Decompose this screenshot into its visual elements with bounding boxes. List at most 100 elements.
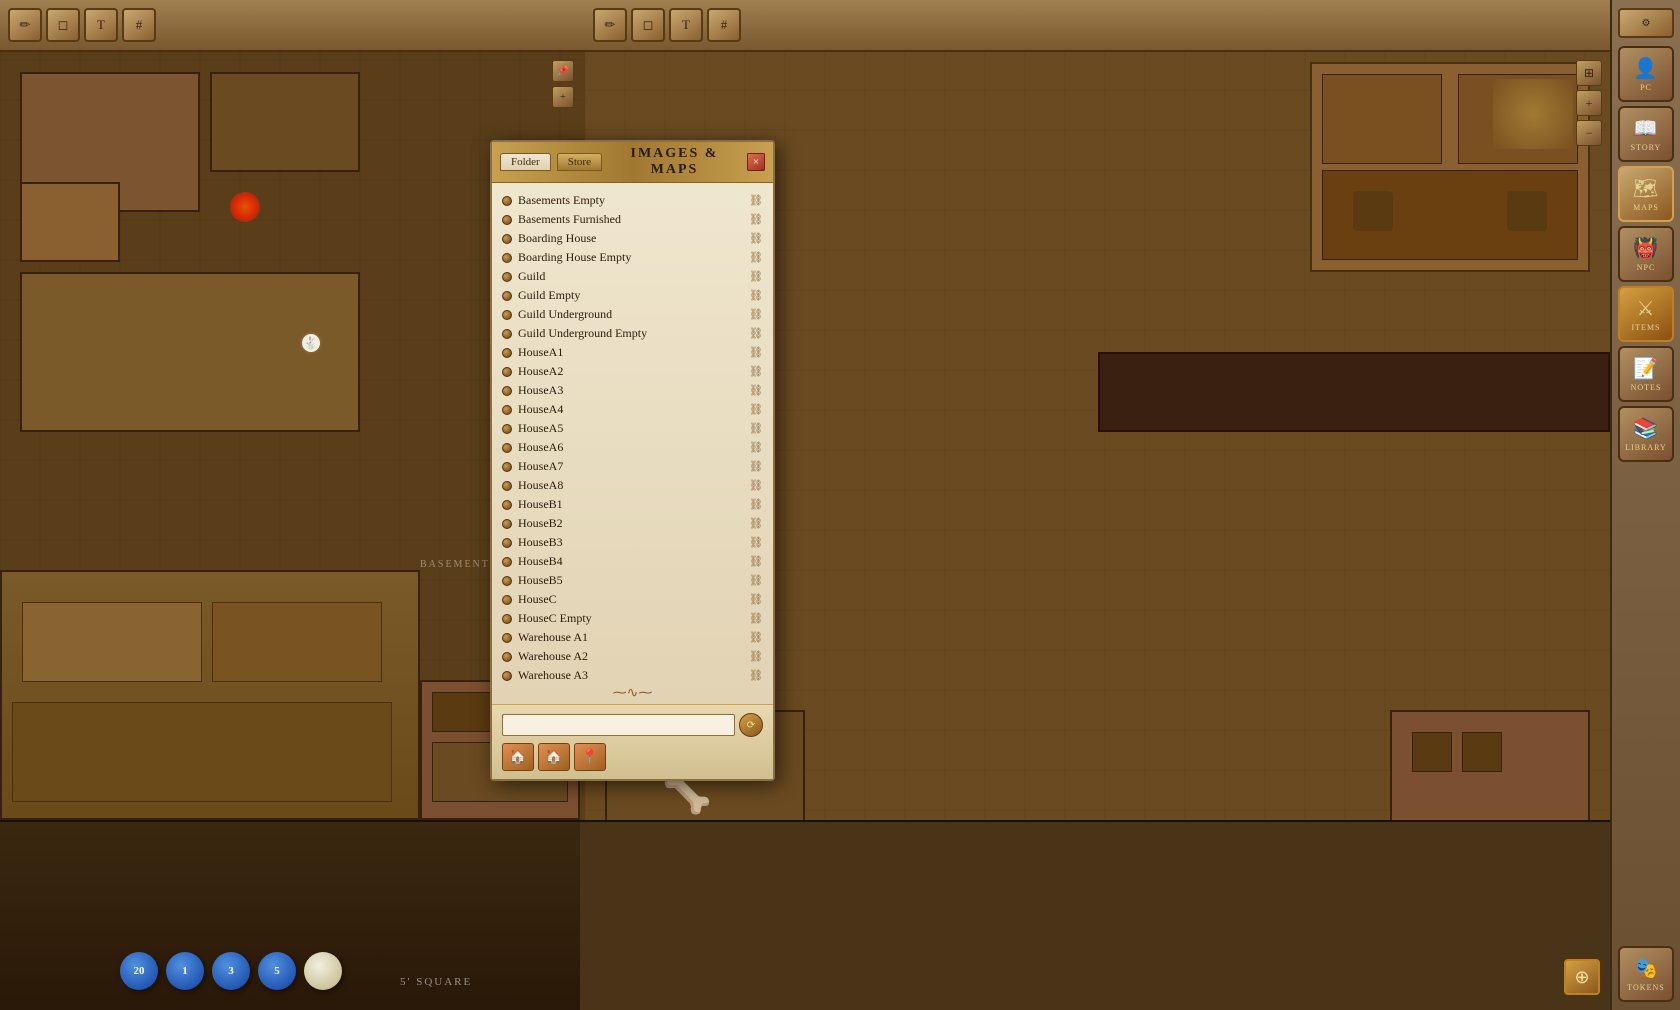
list-item[interactable]: Basements Furnished ⛓: [492, 210, 773, 229]
toolbar-right-erase-btn[interactable]: ◻: [631, 8, 665, 42]
list-item[interactable]: HouseB3 ⛓: [492, 533, 773, 552]
list-item[interactable]: HouseA5 ⛓: [492, 419, 773, 438]
settings-btn[interactable]: ⚙: [1618, 8, 1674, 38]
list-item[interactable]: Guild Underground Empty ⛓: [492, 324, 773, 343]
link-icon[interactable]: ⛓: [749, 631, 763, 644]
list-item[interactable]: Guild Underground ⛓: [492, 305, 773, 324]
sidebar-maps-label: MAPS: [1633, 203, 1659, 212]
link-icon[interactable]: ⛓: [749, 232, 763, 245]
list-item[interactable]: HouseA8 ⛓: [492, 476, 773, 495]
list-item[interactable]: HouseC ⛓: [492, 590, 773, 609]
list-item[interactable]: HouseB5 ⛓: [492, 571, 773, 590]
story-icon: 📖: [1633, 116, 1659, 141]
toolbar-text-btn[interactable]: T: [84, 8, 118, 42]
list-item[interactable]: HouseA4 ⛓: [492, 400, 773, 419]
toolbar-erase-btn[interactable]: ◻: [46, 8, 80, 42]
action-btn-1[interactable]: 🏠: [502, 743, 534, 771]
sidebar-btn-maps[interactable]: 🗺 MAPS: [1618, 166, 1674, 222]
action-btn-2[interactable]: 🏠: [538, 743, 570, 771]
folder-tab[interactable]: Folder: [500, 153, 551, 171]
left-plus-btn[interactable]: +: [552, 86, 574, 108]
link-icon[interactable]: ⛓: [749, 346, 763, 359]
die-d3[interactable]: 3: [212, 952, 250, 990]
die-white[interactable]: [304, 952, 342, 990]
plus-btn[interactable]: +: [1576, 90, 1602, 116]
minus-btn[interactable]: −: [1576, 120, 1602, 146]
list-item[interactable]: HouseC Empty ⛓: [492, 609, 773, 628]
link-icon[interactable]: ⛓: [749, 194, 763, 207]
link-icon[interactable]: ⛓: [749, 460, 763, 473]
link-icon[interactable]: ⛓: [749, 555, 763, 568]
sidebar-pc-label: PC: [1640, 83, 1652, 92]
toolbar-right-grid-btn[interactable]: #: [707, 8, 741, 42]
action-btn-3[interactable]: 📍: [574, 743, 606, 771]
toolbar-grid-btn[interactable]: #: [122, 8, 156, 42]
link-icon[interactable]: ⛓: [749, 251, 763, 264]
link-icon[interactable]: ⛓: [749, 270, 763, 283]
sidebar-btn-items[interactable]: ⚔ ITEMS: [1618, 286, 1674, 342]
link-icon[interactable]: ⛓: [749, 574, 763, 587]
link-icon[interactable]: ⛓: [749, 441, 763, 454]
toolbar-pencil-btn[interactable]: ✏: [8, 8, 42, 42]
item-label: Basements Furnished: [518, 212, 621, 227]
toolbar-right-text-btn[interactable]: T: [669, 8, 703, 42]
square-label: 5' Square: [400, 976, 472, 988]
link-icon[interactable]: ⛓: [749, 479, 763, 492]
item-dot: [502, 348, 512, 358]
sidebar-btn-pc[interactable]: 👤 PC: [1618, 46, 1674, 102]
list-item[interactable]: Basements Empty ⛓: [492, 191, 773, 210]
list-item[interactable]: HouseA2 ⛓: [492, 362, 773, 381]
minimize-btn[interactable]: ⊞: [1576, 60, 1602, 86]
list-item[interactable]: Warehouse A1 ⛓: [492, 628, 773, 647]
link-icon[interactable]: ⛓: [749, 213, 763, 226]
die-d1[interactable]: 1: [166, 952, 204, 990]
link-icon[interactable]: ⛓: [749, 327, 763, 340]
list-item[interactable]: Boarding House Empty ⛓: [492, 248, 773, 267]
list-item[interactable]: HouseA6 ⛓: [492, 438, 773, 457]
toolbar-right-pencil-btn[interactable]: ✏: [593, 8, 627, 42]
link-icon[interactable]: ⛓: [749, 650, 763, 663]
search-go-btn[interactable]: ⟳: [739, 713, 763, 737]
toolbar-left: ✏ ◻ T #: [0, 0, 585, 52]
list-item[interactable]: HouseB4 ⛓: [492, 552, 773, 571]
list-item[interactable]: Warehouse A3 ⛓: [492, 666, 773, 683]
link-icon[interactable]: ⛓: [749, 593, 763, 606]
link-icon[interactable]: ⛓: [749, 384, 763, 397]
sidebar-npc-label: NPC: [1637, 263, 1656, 272]
zoom-btn-bottom-right[interactable]: ⊕: [1564, 959, 1600, 995]
link-icon[interactable]: ⛓: [749, 669, 763, 682]
die-d5[interactable]: 5: [258, 952, 296, 990]
left-pin-btn[interactable]: 📌: [552, 60, 574, 82]
list-item[interactable]: Boarding House ⛓: [492, 229, 773, 248]
link-icon[interactable]: ⛓: [749, 498, 763, 511]
item-dot: [502, 310, 512, 320]
list-item[interactable]: HouseA1 ⛓: [492, 343, 773, 362]
link-icon[interactable]: ⛓: [749, 308, 763, 321]
list-item[interactable]: HouseB2 ⛓: [492, 514, 773, 533]
list-item[interactable]: Guild Empty ⛓: [492, 286, 773, 305]
list-item[interactable]: Guild ⛓: [492, 267, 773, 286]
link-icon[interactable]: ⛓: [749, 289, 763, 302]
store-tab[interactable]: Store: [557, 153, 602, 171]
link-icon[interactable]: ⛓: [749, 517, 763, 530]
search-input[interactable]: [502, 714, 735, 736]
sidebar-btn-tokens[interactable]: 🎭 TOKENS: [1618, 946, 1674, 1002]
die-d20[interactable]: 20: [120, 952, 158, 990]
list-item[interactable]: HouseA3 ⛓: [492, 381, 773, 400]
list-item[interactable]: HouseA7 ⛓: [492, 457, 773, 476]
item-dot: [502, 253, 512, 263]
link-icon[interactable]: ⛓: [749, 536, 763, 549]
sidebar-btn-story[interactable]: 📖 STORY: [1618, 106, 1674, 162]
link-icon[interactable]: ⛓: [749, 612, 763, 625]
sidebar-btn-npc[interactable]: 👹 NPC: [1618, 226, 1674, 282]
item-label: HouseA5: [518, 421, 563, 436]
link-icon[interactable]: ⛓: [749, 422, 763, 435]
link-icon[interactable]: ⛓: [749, 403, 763, 416]
item-dot: [502, 215, 512, 225]
modal-close-btn[interactable]: ×: [747, 153, 765, 171]
list-item[interactable]: HouseB1 ⛓: [492, 495, 773, 514]
link-icon[interactable]: ⛓: [749, 365, 763, 378]
list-item[interactable]: Warehouse A2 ⛓: [492, 647, 773, 666]
sidebar-btn-notes[interactable]: 📝 NOTES: [1618, 346, 1674, 402]
sidebar-btn-library[interactable]: 📚 LIBRARY: [1618, 406, 1674, 462]
